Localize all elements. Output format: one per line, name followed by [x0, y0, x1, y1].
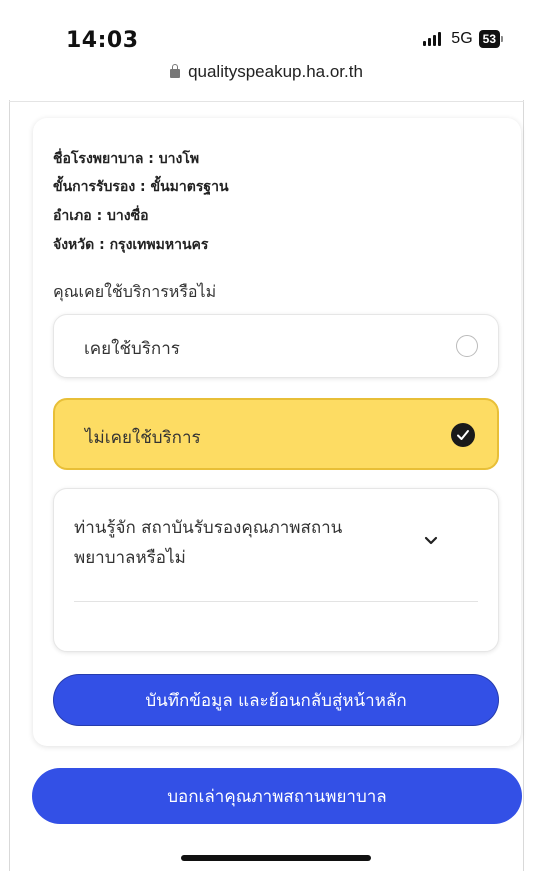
save-and-return-button[interactable]: บันทึกข้อมูล และย้อนกลับสู่หน้าหลัก	[53, 674, 499, 726]
status-indicators: 5G 53	[423, 30, 503, 48]
status-bar: 14:03 5G 53	[0, 0, 533, 56]
know-institute-select[interactable]: ท่านรู้จัก สถาบันรับรองคุณภาพสถานพยาบาลห…	[53, 488, 499, 652]
divider	[9, 101, 524, 102]
select-underline	[74, 601, 478, 602]
battery-icon: 53	[478, 30, 503, 48]
accreditation-level: ขั้นการรับรอง : ขั้นมาตรฐาน	[53, 179, 229, 195]
province: จังหวัด : กรุงเทพมหานคร	[53, 237, 209, 253]
radio-checked-icon[interactable]	[451, 423, 475, 447]
battery-level: 53	[478, 30, 500, 48]
know-institute-question: ท่านรู้จัก สถาบันรับรองคุณภาพสถานพยาบาลห…	[74, 518, 343, 568]
option-used-service[interactable]: เคยใช้บริการ	[53, 314, 499, 378]
lock-icon	[170, 64, 181, 78]
district: อำเภอ : บางซื่อ	[53, 208, 149, 224]
home-indicator[interactable]	[181, 855, 371, 861]
option-never-used-service[interactable]: ไม่เคยใช้บริการ	[53, 398, 499, 470]
survey-card: ชื่อโรงพยาบาล : บางโพ ขั้นการรับรอง : ขั…	[33, 118, 521, 746]
tell-quality-button[interactable]: บอกเล่าคุณภาพสถานพยาบาล	[32, 768, 522, 824]
frame-edge	[9, 100, 10, 871]
radio-unchecked-icon[interactable]	[456, 335, 478, 357]
hospital-name: ชื่อโรงพยาบาล : บางโพ	[53, 151, 200, 167]
status-time: 14:03	[66, 28, 139, 53]
address-bar[interactable]: qualityspeakup.ha.or.th	[0, 62, 533, 82]
option-label: ไม่เคยใช้บริการ	[85, 428, 201, 448]
used-service-question: คุณเคยใช้บริการหรือไม่	[53, 282, 217, 301]
chevron-down-icon[interactable]	[424, 531, 438, 550]
url-text: qualityspeakup.ha.or.th	[188, 62, 363, 81]
frame-edge	[523, 100, 524, 871]
option-label: เคยใช้บริการ	[84, 339, 180, 359]
network-type: 5G	[451, 30, 473, 47]
signal-icon	[423, 32, 442, 46]
